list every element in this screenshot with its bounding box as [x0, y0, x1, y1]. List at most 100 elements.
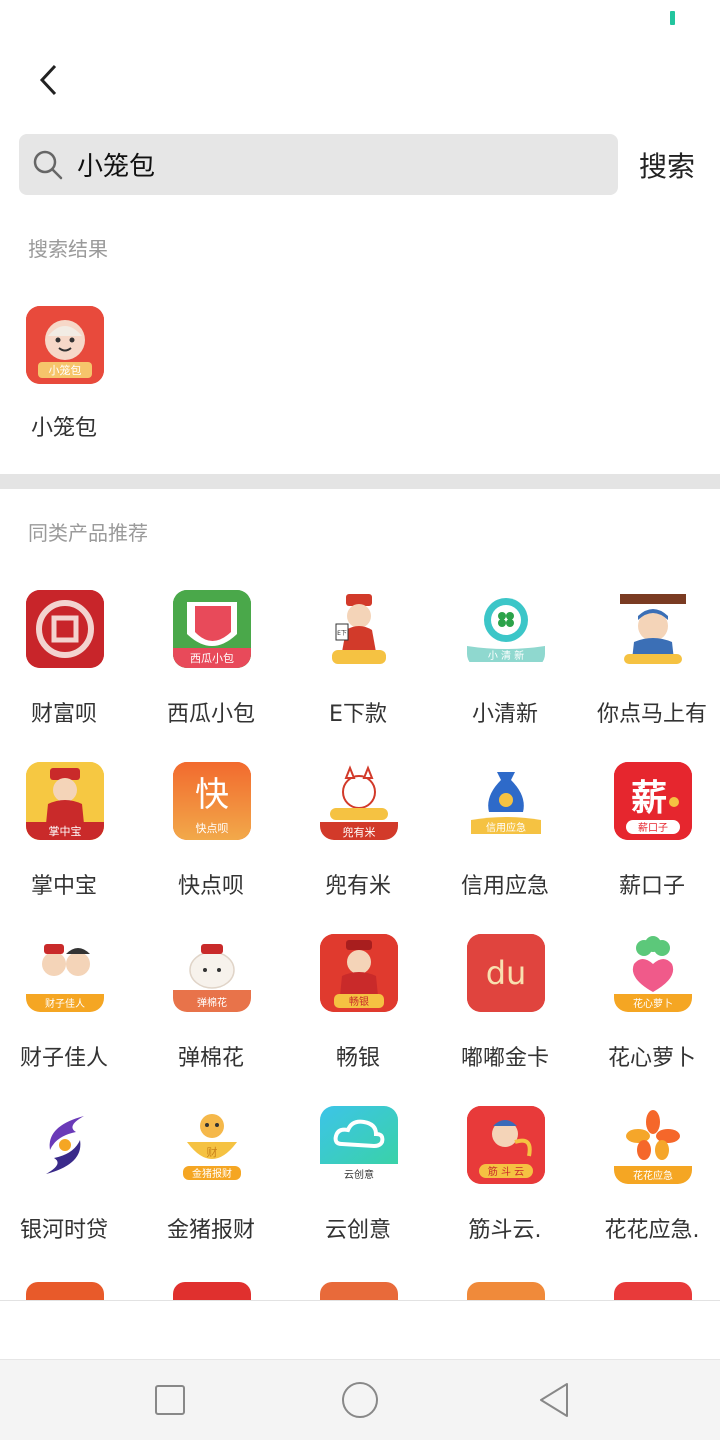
- cai-char: 财: [207, 1145, 218, 1159]
- recommend-item-huahuayingji[interactable]: 花花应急 花花应急.: [580, 1078, 720, 1250]
- huahuayingji-app-icon: 花花应急: [614, 1106, 692, 1184]
- app-label: 快点呗: [177, 874, 244, 899]
- recommend-item-xinkouzi[interactable]: 薪 薪口子 薪口子: [580, 734, 720, 906]
- recommend-item-changyin[interactable]: 畅银 畅银: [286, 906, 430, 1078]
- kuai-char: 快: [195, 775, 229, 815]
- changyin-icon-label: 畅银: [349, 995, 369, 1008]
- tanmianhua-icon-label: 弹棉花: [197, 996, 227, 1009]
- huaxin-icon-label: 花心萝卜: [633, 997, 673, 1010]
- recommend-item-huaxinluobo[interactable]: 花心萝卜 花心萝卜: [580, 906, 720, 1078]
- app-label: 财子佳人: [19, 1046, 108, 1071]
- chevron-left-icon: [39, 64, 57, 96]
- app-label: 你点马上有: [596, 702, 707, 727]
- peek-app-icon[interactable]: [467, 1282, 545, 1300]
- caizijiaren-app-icon: 财子佳人: [26, 934, 104, 1012]
- app-label: E下款: [329, 702, 387, 727]
- recommend-item-exiakuan[interactable]: E下 E下款: [286, 562, 430, 734]
- xinyong-icon-label: 信用应急: [486, 821, 526, 834]
- app-label: 弹棉花: [177, 1046, 244, 1071]
- jindouyun-app-icon: 筋 斗 云: [467, 1106, 545, 1184]
- xinkouzi-icon-label: 薪口子: [638, 822, 668, 834]
- yunchuangyi-icon-label: 云创意: [344, 1168, 374, 1181]
- app-label: 畅银: [335, 1046, 380, 1071]
- search-icon: [33, 150, 63, 180]
- caizi-icon-label: 财子佳人: [45, 997, 85, 1010]
- dudujinka-app-icon: du: [467, 934, 545, 1012]
- peek-app-icon[interactable]: [320, 1282, 398, 1300]
- huaxinluobo-app-icon: 花心萝卜: [614, 934, 692, 1012]
- tanmianhua-app-icon: 弹棉花: [173, 934, 251, 1012]
- peek-app-icon[interactable]: [173, 1282, 251, 1300]
- xiaolongbao-icon-label: 小笼包: [49, 363, 82, 377]
- bottom-blank-area: [0, 1301, 720, 1359]
- home-button[interactable]: [340, 1380, 380, 1420]
- recommend-item-nidianmashangyou[interactable]: 你点马上有: [580, 562, 720, 734]
- peek-app-icon[interactable]: [26, 1282, 104, 1300]
- square-icon: [155, 1385, 185, 1415]
- exiakuan-app-icon: E下: [320, 590, 398, 668]
- peek-app-icon[interactable]: [614, 1282, 692, 1300]
- recommend-item-xinyongyingji[interactable]: 信用应急 信用应急: [433, 734, 577, 906]
- recent-apps-button[interactable]: [150, 1380, 190, 1420]
- app-label: 财富呗: [30, 702, 97, 727]
- recommend-item-jindouyun[interactable]: 筋 斗 云 筋斗云.: [433, 1078, 577, 1250]
- xiaolongbao-app-icon: 小笼包: [26, 306, 104, 384]
- recommend-item-caifubei[interactable]: 财富呗: [0, 562, 136, 734]
- nav-back-button[interactable]: [534, 1380, 574, 1420]
- recommend-item-zhangzhongbao[interactable]: 掌中宝 掌中宝: [0, 734, 136, 906]
- yinheshidai-app-icon: [26, 1106, 104, 1184]
- circle-icon: [342, 1382, 378, 1418]
- nidianmashangyou-app-icon: [614, 590, 692, 668]
- app-label: 小清新: [471, 702, 538, 727]
- xin-char: 薪: [631, 778, 667, 819]
- recommend-item-xigua[interactable]: 西瓜小包 西瓜小包: [139, 562, 283, 734]
- search-box[interactable]: [19, 134, 618, 195]
- huahua-icon-label: 花花应急: [633, 1169, 673, 1182]
- search-input[interactable]: [77, 134, 597, 195]
- xigua-icon-label: 西瓜小包: [190, 652, 234, 665]
- exiakuan-sign-label: E下: [337, 630, 347, 637]
- status-indicator: [670, 11, 675, 25]
- zhangzhongbao-app-icon: 掌中宝: [26, 762, 104, 840]
- douyoumi-app-icon: 兜有米: [320, 762, 398, 840]
- result-item-xiaolongbao[interactable]: 小笼包 小笼包: [16, 298, 112, 448]
- app-label: 薪口子: [618, 874, 685, 899]
- next-row-peek: [0, 1280, 720, 1300]
- app-label: 云创意: [324, 1218, 391, 1243]
- jinzhu-icon-label: 金猪报财: [192, 1167, 232, 1180]
- kuaidianbei-icon-label: 快点呗: [196, 822, 229, 835]
- app-label: 花心萝卜: [607, 1046, 696, 1071]
- jinzhubaocai-app-icon: 财 金猪报财: [173, 1106, 251, 1184]
- xigua-app-icon: 西瓜小包: [173, 590, 251, 668]
- app-label: 嘟嘟金卡: [460, 1046, 549, 1071]
- recommend-item-yinheshidai[interactable]: 银河时贷: [0, 1078, 136, 1250]
- recommend-item-yunchuangyi[interactable]: 云创意 云创意: [286, 1078, 430, 1250]
- app-label: 掌中宝: [30, 874, 97, 899]
- xiaoqingxin-app-icon: 小 清 新: [467, 590, 545, 668]
- recommend-item-xiaoqingxin[interactable]: 小 清 新 小清新: [433, 562, 577, 734]
- xinkouzi-app-icon: 薪 薪口子: [614, 762, 692, 840]
- yunchuangyi-app-icon: 云创意: [320, 1106, 398, 1184]
- recommend-item-kuaidianbei[interactable]: 快 快点呗 快点呗: [139, 734, 283, 906]
- triangle-back-icon: [540, 1383, 568, 1417]
- recommend-item-dudujinka[interactable]: du 嘟嘟金卡: [433, 906, 577, 1078]
- back-button[interactable]: [24, 56, 72, 104]
- recommend-item-caizijiaren[interactable]: 财子佳人 财子佳人: [0, 906, 136, 1078]
- search-button[interactable]: 搜索: [630, 134, 704, 195]
- app-label: 西瓜小包: [166, 702, 255, 727]
- result-item-label: 小笼包: [30, 416, 97, 441]
- recommend-item-tanmianhua[interactable]: 弹棉花 弹棉花: [139, 906, 283, 1078]
- section-divider: [0, 474, 720, 489]
- app-label: 花花应急.: [604, 1218, 700, 1243]
- app-label: 金猪报财: [166, 1218, 255, 1243]
- app-label: 信用应急: [460, 874, 549, 899]
- app-label: 银河时贷: [19, 1218, 108, 1243]
- kuaidianbei-app-icon: 快 快点呗: [173, 762, 251, 840]
- xiaoqingxin-icon-label: 小 清 新: [488, 649, 524, 662]
- system-nav-bar: [0, 1359, 720, 1440]
- recommend-title: 同类产品推荐: [28, 521, 148, 545]
- xinyongyingji-app-icon: 信用应急: [467, 762, 545, 840]
- app-label: 筋斗云.: [468, 1218, 542, 1243]
- recommend-item-jinzhubaocai[interactable]: 财 金猪报财 金猪报财: [139, 1078, 283, 1250]
- recommend-item-douyoumi[interactable]: 兜有米 兜有米: [286, 734, 430, 906]
